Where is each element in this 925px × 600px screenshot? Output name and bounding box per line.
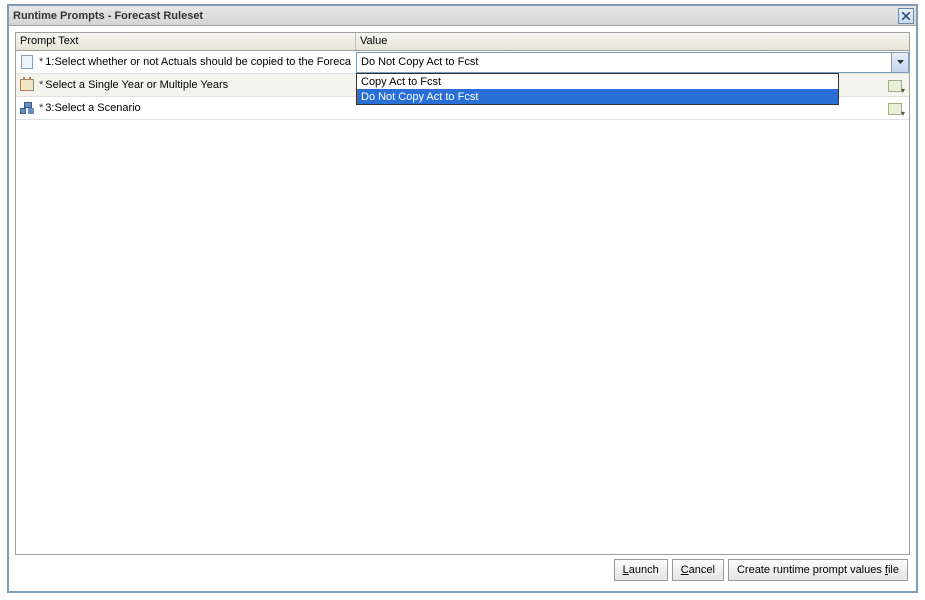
close-button[interactable] [898,8,914,24]
prompt-row: * 1:Select whether or not Actuals should… [16,51,909,74]
required-marker: * [39,102,43,114]
required-marker: * [39,79,43,91]
copy-actuals-dropdown: Copy Act to Fcst Do Not Copy Act to Fcst [356,73,839,105]
prompt-cell: * 3:Select a Scenario [16,97,356,119]
member-selector-icon [888,103,902,115]
dialog-content: Prompt Text Value * 1:Select whether or … [9,26,916,591]
prompt-label: 3:Select a Scenario [45,102,140,114]
member-selector-icon [888,80,902,92]
prompt-cell: * 1:Select whether or not Actuals should… [16,51,356,73]
column-header-prompt[interactable]: Prompt Text [16,33,356,50]
dropdown-option-label: Copy Act to Fcst [361,76,441,88]
prompts-grid: Prompt Text Value * 1:Select whether or … [15,32,910,555]
calendar-icon [19,77,35,93]
member-selector-button[interactable] [883,98,907,119]
create-file-button[interactable]: Create runtime prompt values file [728,559,908,581]
copy-actuals-combo[interactable]: Do Not Copy Act to Fcst [356,52,909,73]
dialog-footer: Launch Cancel Create runtime prompt valu… [15,555,910,585]
dropdown-option-label: Do Not Copy Act to Fcst [361,91,478,103]
runtime-prompts-dialog: Runtime Prompts - Forecast Ruleset Promp… [7,4,918,593]
grid-header: Prompt Text Value [16,33,909,51]
titlebar: Runtime Prompts - Forecast Ruleset [9,6,916,26]
grid-body: * 1:Select whether or not Actuals should… [16,51,909,120]
dropdown-option[interactable]: Copy Act to Fcst [357,74,838,89]
value-cell: Do Not Copy Act to Fcst Copy Act to Fcst [356,51,909,73]
hierarchy-icon [19,100,35,116]
member-selector-button[interactable] [883,75,907,96]
cancel-button[interactable]: Cancel [672,559,724,581]
dropdown-option[interactable]: Do Not Copy Act to Fcst [357,89,838,104]
column-header-value[interactable]: Value [356,33,909,50]
dialog-title: Runtime Prompts - Forecast Ruleset [13,10,203,22]
combo-value: Do Not Copy Act to Fcst [361,56,478,68]
combo-arrow-button[interactable] [891,53,908,72]
screen: Runtime Prompts - Forecast Ruleset Promp… [0,0,925,600]
launch-button[interactable]: Launch [614,559,668,581]
prompt-cell: * Select a Single Year or Multiple Years [16,74,356,96]
required-marker: * [39,56,43,68]
document-icon [19,54,35,70]
prompt-label: 1:Select whether or not Actuals should b… [45,56,351,68]
close-icon [902,12,910,20]
chevron-down-icon [897,60,904,64]
prompt-label: Select a Single Year or Multiple Years [45,79,228,91]
